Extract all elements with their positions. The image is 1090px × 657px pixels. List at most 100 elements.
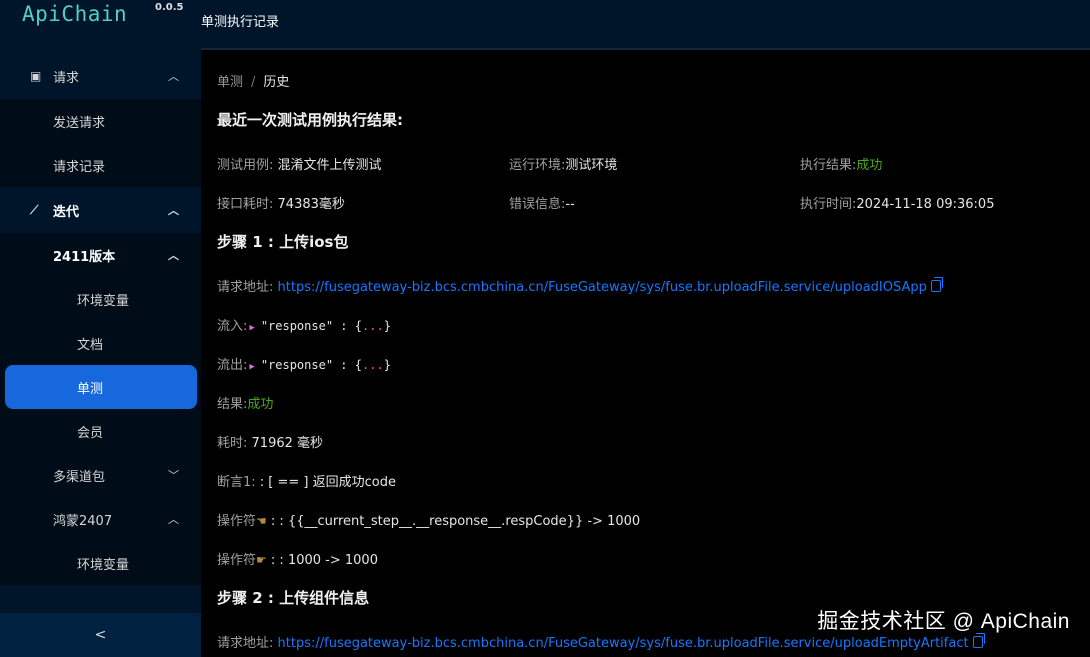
sidebar-item-label: 请求记录 — [53, 159, 106, 175]
request-icon: ▣ — [30, 69, 42, 83]
step-1-url-link[interactable]: https://fusegateway-biz.bcs.cmbchina.cn/… — [278, 280, 927, 295]
step-1-url-row: 请求地址: https://fusegateway-biz.bcs.cmbchi… — [217, 276, 943, 295]
sidebar-item-label: 2411版本 — [53, 249, 116, 265]
breadcrumb-current: 历史 — [263, 75, 290, 90]
operator-label: 操作符 — [217, 553, 257, 568]
summary-row-1: 测试用例: 混淆文件上传测试 运行环境:测试环境 执行结果:成功 — [217, 154, 1067, 173]
step-result-label: 结果: — [217, 397, 248, 412]
watermark: 掘金技术社区 @ ApiChain — [817, 610, 1070, 633]
time-value: 2024-11-18 09:36:05 — [856, 197, 995, 212]
sidebar-item-version-2411[interactable]: 2411版本 ︿ — [0, 233, 201, 277]
env-value: 测试环境 — [565, 158, 618, 173]
sidebar-item-label: 迭代 — [53, 204, 80, 220]
case-label: 测试用例: — [217, 158, 274, 173]
copy-icon[interactable] — [972, 633, 985, 648]
assert-value: : [ == ] 返回成功code — [259, 475, 396, 490]
chevron-down-icon: ﹀ — [168, 469, 179, 482]
sidebar-item-label: 单测 — [77, 381, 104, 397]
expand-triangle-icon[interactable]: ▶ — [249, 362, 254, 372]
url-label: 请求地址: — [217, 280, 274, 295]
env-label: 运行环境: — [509, 158, 566, 173]
chevron-up-icon: ︿ — [168, 70, 179, 83]
result-label: 执行结果: — [800, 158, 857, 173]
step-1-operator-row-1: 操作符☚ : : {{__current_step__.__response__… — [217, 510, 640, 529]
top-header: 单测执行记录 — [201, 0, 1090, 50]
url-label: 请求地址: — [217, 636, 274, 651]
step-2-title: 步骤 2 : 上传组件信息 — [217, 589, 370, 607]
sidebar-menu: ▣ 请求 ︿ 发送请求 请求记录 ⟋ 迭代 ︿ 2411版本 ︿ 环境变量 文档… — [0, 53, 201, 585]
step-1-assert-row: 断言1: : [ == ] 返回成功code — [217, 471, 396, 490]
main-content: 单测 / 历史 最近一次测试用例执行结果: 测试用例: 混淆文件上传测试 运行环境:… — [201, 52, 1090, 657]
error-value: -- — [565, 197, 575, 212]
result-value: 成功 — [856, 158, 883, 173]
sidebar-item-docs[interactable]: 文档 — [0, 321, 201, 365]
sidebar-item-label: 环境变量 — [77, 557, 130, 573]
json-collapsed-dots[interactable]: ... — [362, 319, 384, 333]
sidebar-item-env-vars-2[interactable]: 环境变量 — [0, 541, 201, 585]
step-1-input-row: 流入: ▶ "response" : {...} — [217, 315, 391, 334]
summary-title: 最近一次测试用例执行结果: — [217, 111, 403, 129]
sidebar-item-multi-channel[interactable]: 多渠道包 ﹀ — [0, 453, 201, 497]
operator-value: : : {{__current_step__.__response__.resp… — [270, 514, 641, 529]
sidebar-item-request[interactable]: ▣ 请求 ︿ — [0, 53, 201, 99]
json-brace-close: } — [383, 358, 391, 372]
expand-triangle-icon[interactable]: ▶ — [249, 323, 254, 333]
step-cost-value: 71962 毫秒 — [251, 436, 324, 451]
collapse-sidebar-button[interactable]: < — [0, 613, 201, 657]
json-key: "response" — [260, 358, 334, 372]
cost-value: 74383毫秒 — [277, 197, 345, 212]
line-chart-icon: ⟋ — [30, 202, 39, 217]
error-label: 错误信息: — [509, 197, 566, 212]
sidebar-item-member[interactable]: 会员 — [0, 409, 201, 453]
sidebar-item-harmony-2407[interactable]: 鸿蒙2407 ︿ — [0, 497, 201, 541]
output-label: 流出: — [217, 358, 248, 373]
json-collapsed-dots[interactable]: ... — [362, 358, 384, 372]
json-colon: : — [340, 358, 348, 372]
sidebar-item-unit-test[interactable]: 单测 — [5, 365, 197, 409]
step-1-result-row: 结果:成功 — [217, 393, 273, 412]
chevron-up-icon: ︿ — [168, 249, 179, 262]
sidebar-item-label: 文档 — [77, 337, 104, 353]
json-brace-open: { — [354, 319, 362, 333]
pointing-hand-icon: ☛ — [256, 553, 267, 567]
sidebar: ApiChain 0.0.5 ▣ 请求 ︿ 发送请求 请求记录 ⟋ 迭代 ︿ 2… — [0, 0, 201, 657]
sidebar-item-label: 环境变量 — [77, 293, 130, 309]
operator-label: 操作符 — [217, 514, 257, 529]
app-name: ApiChain — [22, 2, 128, 26]
page-title: 单测执行记录 — [201, 15, 280, 30]
case-value: 混淆文件上传测试 — [277, 158, 382, 173]
iteration-submenu: 2411版本 ︿ 环境变量 文档 单测 会员 多渠道包 ﹀ 鸿蒙2407 ︿ 环… — [0, 233, 201, 585]
logo: ApiChain 0.0.5 — [0, 0, 201, 48]
breadcrumb-parent[interactable]: 单测 — [217, 75, 243, 90]
input-label: 流入: — [217, 319, 248, 334]
step-1-operator-row-2: 操作符☛ : : 1000 -> 1000 — [217, 549, 378, 568]
copy-icon[interactable] — [930, 277, 943, 292]
operator-value: : : 1000 -> 1000 — [270, 553, 378, 568]
sidebar-item-request-records[interactable]: 请求记录 — [0, 143, 201, 187]
sidebar-item-label: 请求 — [53, 70, 80, 86]
json-key: "response" — [260, 319, 334, 333]
sidebar-item-label: 会员 — [77, 425, 104, 441]
assert-label: 断言1: — [217, 475, 256, 490]
sidebar-item-label: 鸿蒙2407 — [53, 513, 113, 529]
json-brace-close: } — [383, 319, 391, 333]
json-colon: : — [340, 319, 348, 333]
app-version: 0.0.5 — [155, 2, 184, 13]
summary-row-2: 接口耗时: 74383毫秒 错误信息:-- 执行时间:2024-11-18 09… — [217, 193, 1067, 212]
sidebar-item-label: 多渠道包 — [53, 469, 106, 485]
step-2-url-link[interactable]: https://fusegateway-biz.bcs.cmbchina.cn/… — [278, 636, 969, 651]
step-1-cost-row: 耗时: 71962 毫秒 — [217, 432, 323, 451]
sidebar-item-iteration[interactable]: ⟋ 迭代 ︿ — [0, 187, 201, 233]
breadcrumb: 单测 / 历史 — [217, 71, 289, 90]
step-cost-label: 耗时: — [217, 436, 248, 451]
sidebar-item-send-request[interactable]: 发送请求 — [0, 99, 201, 143]
chevron-up-icon: ︿ — [168, 513, 179, 526]
json-brace-open: { — [354, 358, 362, 372]
sidebar-item-env-vars[interactable]: 环境变量 — [0, 277, 201, 321]
step-result-value: 成功 — [247, 397, 274, 412]
request-submenu: 发送请求 请求记录 — [0, 99, 201, 187]
pointing-hand-icon: ☚ — [256, 514, 267, 528]
chevron-up-icon: ︿ — [168, 204, 179, 217]
cost-label: 接口耗时: — [217, 197, 274, 212]
sidebar-item-label: 发送请求 — [53, 115, 106, 131]
